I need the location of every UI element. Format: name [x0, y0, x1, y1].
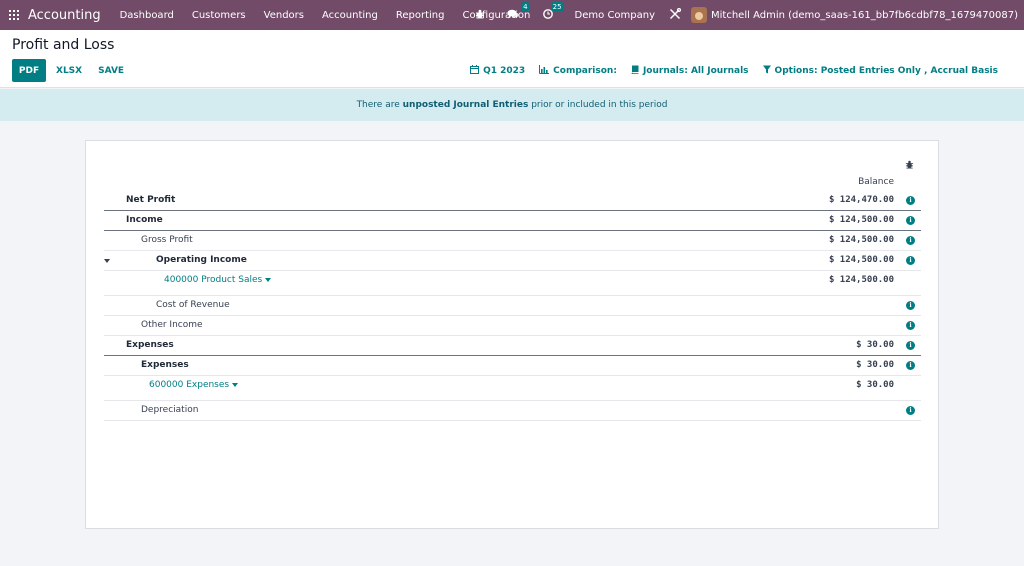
pdf-button[interactable]: PDF — [12, 59, 46, 82]
report-line-gross-profit[interactable]: Gross Profit $ 124,500.00 i — [104, 231, 921, 251]
line-amount[interactable]: $ 124,470.00 — [829, 195, 894, 205]
account-link-expenses[interactable]: 600000 Expenses — [149, 380, 239, 390]
info-icon[interactable]: i — [906, 361, 915, 370]
avatar[interactable] — [691, 7, 708, 23]
menu-accounting[interactable]: Accounting — [322, 10, 378, 21]
line-label: Net Profit — [126, 195, 176, 205]
report-card: Balance Net Profit $ 124,470.00 i Income… — [85, 140, 939, 529]
bug-icon[interactable] — [475, 9, 485, 22]
xlsx-button[interactable]: XLSX — [50, 59, 88, 82]
unposted-entries-link[interactable]: unposted Journal Entries — [403, 100, 529, 110]
top-navbar: Accounting Dashboard Customers Vendors A… — [0, 0, 1024, 30]
report-line-other-income[interactable]: Other Income i — [104, 316, 921, 336]
menu-customers[interactable]: Customers — [192, 10, 246, 21]
options-filter[interactable]: Options: Posted Entries Only , Accrual B… — [762, 65, 998, 77]
info-icon[interactable]: i — [906, 341, 915, 350]
menu-vendors[interactable]: Vendors — [264, 10, 304, 21]
bar-chart-icon — [539, 65, 550, 77]
unposted-entries-alert: There are unposted Journal Entries prior… — [0, 89, 1024, 121]
chat-icon[interactable]: 4 — [507, 1, 530, 22]
line-amount[interactable]: $ 124,500.00 — [829, 255, 894, 265]
report-line-cost-of-revenue[interactable]: Cost of Revenue i — [104, 296, 921, 316]
info-icon[interactable]: i — [906, 216, 915, 225]
control-panel: Profit and Loss PDF XLSX SAVE Q1 2023 Co… — [0, 30, 1024, 88]
line-amount[interactable]: $ 30.00 — [856, 340, 894, 350]
save-button[interactable]: SAVE — [92, 59, 130, 82]
line-amount[interactable]: $ 124,500.00 — [829, 275, 894, 285]
line-label: Cost of Revenue — [156, 300, 230, 310]
report-line-depreciation[interactable]: Depreciation i — [104, 401, 921, 421]
info-icon[interactable]: i — [906, 301, 915, 310]
line-amount[interactable]: $ 30.00 — [856, 360, 894, 370]
line-label: Expenses — [126, 340, 174, 350]
messages-badge: 4 — [521, 1, 530, 12]
settings-icon[interactable] — [905, 160, 914, 172]
line-label: Gross Profit — [141, 235, 193, 245]
report-line-income[interactable]: Income $ 124,500.00 i — [104, 211, 921, 231]
period-filter[interactable]: Q1 2023 — [470, 65, 525, 77]
line-label: Other Income — [141, 320, 203, 330]
report-line-expenses[interactable]: Expenses $ 30.00 i — [104, 336, 921, 356]
line-label: Depreciation — [141, 405, 199, 415]
options-filter-label: Options: Posted Entries Only , Accrual B… — [774, 66, 998, 76]
account-link-product-sales[interactable]: 400000 Product Sales — [164, 275, 272, 285]
info-icon[interactable]: i — [906, 406, 915, 415]
navbar-systray: 4 25 Demo Company Mitchell Admin (demo_s… — [467, 0, 1024, 30]
report-filters: Q1 2023 Comparison: Journals: All Journa… — [456, 65, 998, 77]
line-amount[interactable]: $ 30.00 — [856, 380, 894, 390]
report-line-account-expenses[interactable]: 600000 Expenses $ 30.00 — [104, 376, 921, 401]
info-icon[interactable]: i — [906, 236, 915, 245]
journals-filter[interactable]: Journals: All Journals — [631, 65, 749, 77]
filter-icon — [762, 65, 771, 77]
line-label: Income — [126, 215, 163, 225]
balance-column-header: Balance — [858, 177, 894, 187]
tools-icon[interactable] — [669, 7, 682, 23]
line-amount[interactable]: $ 124,500.00 — [829, 235, 894, 245]
journals-filter-label: Journals: All Journals — [642, 66, 749, 76]
calendar-icon — [470, 65, 480, 77]
book-icon — [631, 65, 639, 77]
dropdown-caret-icon[interactable] — [232, 382, 239, 387]
line-amount[interactable]: $ 124,500.00 — [829, 215, 894, 225]
apps-icon[interactable] — [9, 10, 19, 20]
dropdown-caret-icon[interactable] — [265, 277, 272, 282]
menu-dashboard[interactable]: Dashboard — [120, 10, 174, 21]
page-title: Profit and Loss — [12, 37, 115, 53]
line-label: Operating Income — [156, 255, 247, 265]
user-menu[interactable]: Mitchell Admin (demo_saas-161_bb7fb6cdbf… — [711, 10, 1018, 21]
report-buttons: PDF XLSX SAVE — [12, 59, 130, 82]
line-label: Expenses — [141, 360, 189, 370]
comparison-filter[interactable]: Comparison: — [539, 65, 617, 77]
clock-icon[interactable]: 25 — [542, 1, 564, 22]
report-lines: Net Profit $ 124,470.00 i Income $ 124,5… — [104, 191, 921, 421]
info-icon[interactable]: i — [906, 256, 915, 265]
alert-prefix: There are — [356, 100, 403, 110]
company-switcher[interactable]: Demo Company — [575, 10, 655, 21]
menu-reporting[interactable]: Reporting — [396, 10, 445, 21]
info-icon[interactable]: i — [906, 196, 915, 205]
info-icon[interactable]: i — [906, 321, 915, 330]
report-line-operating-income[interactable]: Operating Income $ 124,500.00 i — [104, 251, 921, 271]
comparison-filter-label: Comparison: — [553, 66, 617, 76]
line-label: 400000 Product Sales — [164, 275, 263, 285]
alert-suffix: prior or included in this period — [528, 100, 668, 110]
line-label: 600000 Expenses — [149, 380, 230, 390]
collapse-caret-icon[interactable] — [104, 259, 110, 263]
report-line-net-profit[interactable]: Net Profit $ 124,470.00 i — [104, 191, 921, 211]
app-name[interactable]: Accounting — [28, 8, 101, 23]
report-line-product-sales[interactable]: 400000 Product Sales $ 124,500.00 — [104, 271, 921, 296]
activities-badge: 25 — [550, 1, 564, 12]
report-line-expenses-sub[interactable]: Expenses $ 30.00 i — [104, 356, 921, 376]
period-filter-label: Q1 2023 — [483, 66, 526, 76]
